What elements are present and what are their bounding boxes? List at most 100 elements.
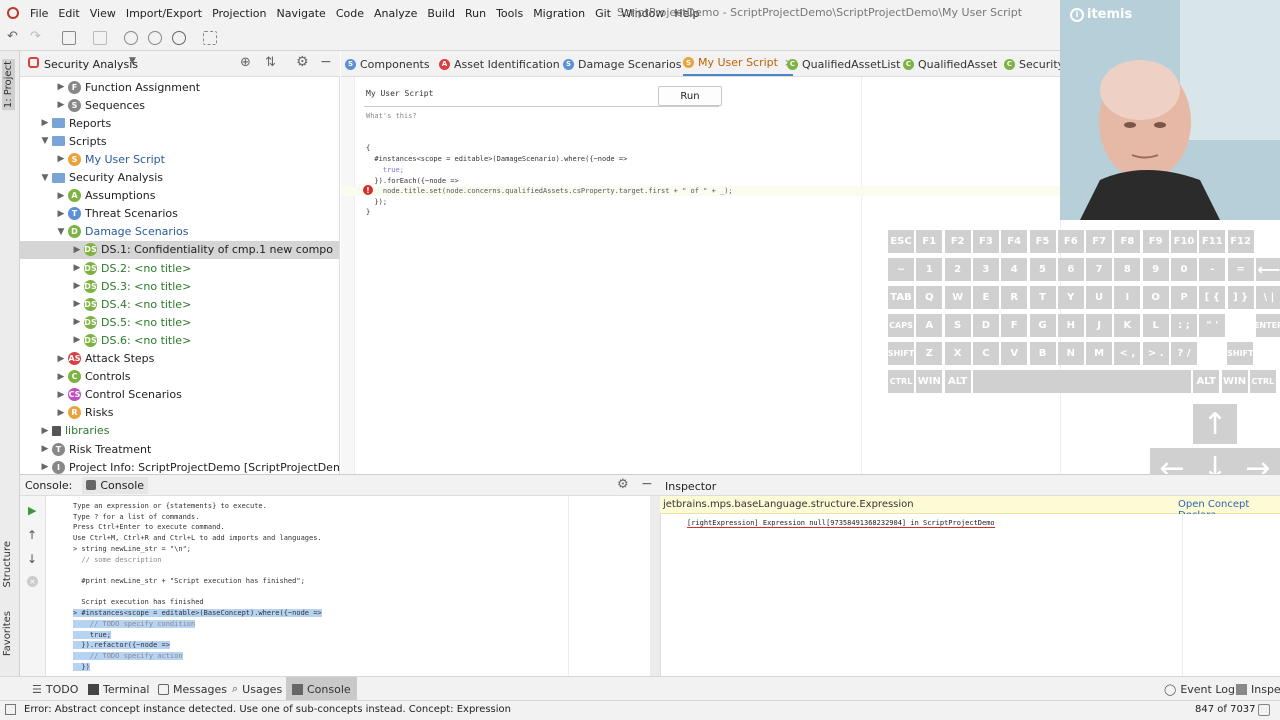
keyboard-key[interactable]: P [1171,286,1197,309]
keyboard-key[interactable]: W [944,286,971,309]
menu-file[interactable]: File [25,7,53,20]
keyboard-key[interactable]: Z [916,342,943,365]
collapsed-arrow-icon[interactable]: ▶ [54,372,68,382]
redo-icon[interactable]: ↷ [30,29,44,44]
inspector-status-icon[interactable] [1258,704,1270,716]
keyboard-key[interactable]: - [1199,258,1226,281]
keyboard-key[interactable]: WIN [1221,370,1248,393]
tree-item[interactable]: ▼ Security Analysis [38,169,163,187]
editor-tab[interactable]: S Damage Scenarios [563,51,681,76]
keyboard-key[interactable]: F3 [972,230,999,253]
keyboard-key[interactable]: F2 [944,230,971,253]
editor-tab[interactable]: C QualifiedAssetList [787,51,900,76]
keyboard-key[interactable]: F6 [1057,230,1084,253]
keyboard-key[interactable]: SHIFT [1227,342,1253,365]
console-scrollbar[interactable] [650,496,660,676]
keyboard-key[interactable]: S [944,314,971,337]
console-minimize-icon[interactable]: − [641,476,653,492]
keyboard-key[interactable]: 5 [1029,258,1056,281]
collapse-icon[interactable]: ⇅ [265,55,276,70]
menu-code[interactable]: Code [331,7,369,20]
keyboard-key[interactable]: F9 [1142,230,1169,253]
keyboard-key[interactable]: F4 [1001,230,1028,253]
refresh-icon[interactable] [172,31,186,45]
project-tool-tab[interactable]: 1: Project [2,59,15,111]
structure-tool-tab[interactable]: Structure [2,541,13,588]
keyboard-key[interactable]: O [1142,286,1169,309]
collapsed-arrow-icon[interactable]: ▶ [54,100,68,110]
collapsed-arrow-icon[interactable]: ▶ [70,299,84,309]
menu-navigate[interactable]: Navigate [271,7,330,20]
keyboard-key[interactable]: N [1057,342,1084,365]
keyboard-key[interactable]: : ; [1171,314,1197,337]
arrow-up-key[interactable]: ↑ [1193,404,1237,444]
keyboard-key[interactable]: I [1114,286,1141,309]
project-view-selector[interactable]: Security Analysis [44,58,138,71]
keyboard-key[interactable]: 0 [1171,258,1197,281]
find-icon[interactable] [124,31,138,45]
editor-tab[interactable]: S Components [345,51,430,76]
tree-item[interactable]: ▶ Reports [38,114,112,132]
tree-item[interactable]: ▶ libraries [38,422,110,440]
locate-icon[interactable]: ⊕ [240,55,251,70]
keyboard-key[interactable]: ] } [1227,286,1254,309]
menu-run[interactable]: Run [460,7,491,20]
console-tool-button[interactable]: Console [286,677,357,701]
keyboard-key[interactable]: A [916,314,943,337]
keyboard-key[interactable]: = [1227,258,1254,281]
collapsed-arrow-icon[interactable]: ▶ [70,281,84,291]
keyboard-key[interactable]: F10 [1171,230,1197,253]
keyboard-key[interactable]: F12 [1227,230,1254,253]
menu-migration[interactable]: Migration [528,7,590,20]
keyboard-key[interactable]: E [972,286,999,309]
tree-item[interactable]: ▶ DS DS.3: <no title> [70,277,191,295]
keyboard-key[interactable]: F11 [1199,230,1226,253]
keyboard-key[interactable]: WIN [916,370,943,393]
favorites-tool-tab[interactable]: Favorites [2,611,13,656]
tree-item[interactable]: ▶ A Assumptions [54,187,155,205]
console-output[interactable]: Type an expression or {statements} to ex… [20,496,660,676]
keyboard-key[interactable]: 7 [1086,258,1113,281]
tree-item[interactable]: ▶ T Threat Scenarios [54,205,178,223]
keyboard-key[interactable]: ~ [888,258,914,281]
tree-item[interactable]: ▶ DS DS.5: <no title> [70,313,191,331]
menu-view[interactable]: View [85,7,121,20]
tree-item[interactable]: ▶ I Project Info: ScriptProjectDemo [Scrip… [38,458,339,474]
keyboard-key[interactable]: M [1086,342,1113,365]
collapsed-arrow-icon[interactable]: ▶ [54,390,68,400]
tree-item[interactable]: ▶ S Sequences [54,96,145,114]
console-tab[interactable]: Console [82,476,149,494]
menu-analyze[interactable]: Analyze [369,7,422,20]
keyboard-key[interactable]: F1 [916,230,943,253]
memory-indicator[interactable]: 847 of 7037 [1195,704,1256,715]
keyboard-key[interactable]: U [1086,286,1113,309]
keyboard-key[interactable]: H [1057,314,1084,337]
keyboard-key[interactable]: CTRL [1249,370,1276,393]
messages-tool-button[interactable]: Messages [154,677,231,701]
keyboard-key[interactable]: D [972,314,999,337]
run-console-icon[interactable]: ▶ [28,504,36,517]
keyboard-key[interactable]: [ { [1199,286,1226,309]
keyboard-key[interactable]: J [1086,314,1113,337]
error-icon[interactable]: ! [363,185,373,195]
build-icon[interactable] [93,31,107,45]
whats-this-link[interactable]: What's this? [366,112,417,120]
expanded-arrow-icon[interactable]: ▼ [38,173,52,183]
tree-item[interactable]: ▶ C Controls [54,368,131,386]
keyboard-key[interactable]: 9 [1142,258,1169,281]
keyboard-key[interactable]: C [972,342,999,365]
keyboard-key[interactable]: ? / [1171,342,1197,365]
collapsed-arrow-icon[interactable]: ▶ [38,462,52,472]
chevron-down-icon[interactable]: ▼ [129,56,136,66]
collapsed-arrow-icon[interactable]: ▶ [38,444,52,454]
inspector-tool-button[interactable]: Inspec [1232,677,1280,701]
keyboard-key[interactable]: G [1029,314,1056,337]
editor-tab[interactable]: C QualifiedAsset [903,51,997,76]
collapsed-arrow-icon[interactable]: ▶ [38,118,52,128]
tree-item[interactable]: ▼ Scripts [38,132,107,150]
keyboard-key[interactable]: 1 [916,258,943,281]
keyboard-key[interactable]: Y [1057,286,1084,309]
tree-item[interactable]: ▶ R Risks [54,404,114,422]
keyboard-key[interactable]: TAB [888,286,914,309]
expanded-arrow-icon[interactable]: ▼ [38,136,52,146]
